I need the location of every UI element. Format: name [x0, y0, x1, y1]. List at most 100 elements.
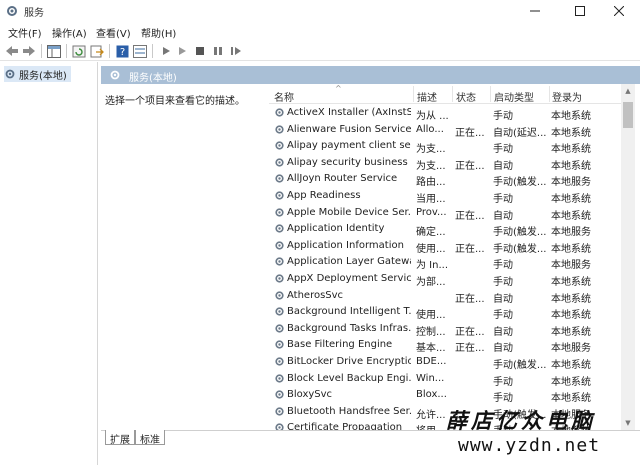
column-header-desc[interactable]: 描述	[417, 89, 437, 104]
toolbar-separator	[66, 44, 67, 58]
service-logon-as: 本地系统	[551, 127, 591, 139]
tree-item-services-local[interactable]: 服务(本地)	[4, 66, 71, 82]
export-list-button[interactable]	[89, 43, 105, 59]
forward-button[interactable]	[21, 43, 37, 59]
service-description: 为从 ...	[416, 111, 449, 122]
service-row[interactable]: BitLocker Drive Encryptio... BDE... 手动(触发.…	[269, 354, 625, 371]
vertical-scrollbar[interactable]: ▲ ▼	[621, 84, 635, 430]
back-button[interactable]	[4, 43, 20, 59]
service-startup-type: 自动	[493, 326, 513, 338]
help-button[interactable]: ?	[114, 43, 130, 59]
service-row[interactable]: Application Identity 确定... 手动(触发... 本地服务	[269, 221, 625, 238]
service-logon-as: 本地系统	[551, 243, 591, 255]
refresh-button[interactable]	[71, 43, 87, 59]
service-row[interactable]: Alienware Fusion Service Allo... 正在... 自动(延…	[269, 122, 625, 139]
service-row[interactable]: AtherosSvc 正在... 自动 本地系统	[269, 288, 625, 305]
restart-service-button[interactable]	[228, 43, 244, 59]
scrollbar-thumb[interactable]	[623, 102, 633, 128]
service-name: Base Filtering Engine	[287, 339, 393, 351]
service-row[interactable]: App Readiness 当用... 手动 本地系统	[269, 188, 625, 205]
service-startup-type: 手动	[493, 260, 513, 272]
service-row[interactable]: Block Level Backup Engi... Win... 手动 本地系统	[269, 371, 625, 388]
service-row[interactable]: Apple Mobile Device Ser... Prov... 正在... 自动…	[269, 205, 625, 222]
service-row[interactable]: AllJoyn Router Service 路由... 手动(触发... 本地服务	[269, 171, 625, 188]
service-name: Alipay payment client sec...	[287, 140, 411, 152]
service-logon-as: 本地系统	[551, 111, 591, 122]
service-status: 正在...	[455, 293, 485, 305]
minimize-button[interactable]	[514, 0, 556, 22]
service-description: Win...	[416, 372, 445, 384]
service-startup-type: 手动	[493, 144, 513, 156]
service-row[interactable]: Background Intelligent T... 使用... 手动 本地系统	[269, 304, 625, 321]
service-row[interactable]: Base Filtering Engine 基本... 正在... 自动 本地服务	[269, 337, 625, 354]
maximize-button[interactable]	[559, 0, 601, 22]
column-header-divider[interactable]	[490, 86, 491, 102]
service-row[interactable]: ActiveX Installer (AxInstSV) 为从 ... 手动 本地系统	[269, 105, 625, 122]
services-gear-icon	[7, 6, 17, 16]
column-divider[interactable]	[549, 86, 550, 102]
service-row[interactable]: BloxySvc Blox... 手动 本地系统	[269, 387, 625, 404]
service-logon-as: 本地系统	[551, 376, 591, 388]
service-row[interactable]: AppX Deployment Servic... 为部... 手动 本地系统	[269, 271, 625, 288]
service-startup-type: 手动	[493, 393, 513, 405]
service-logon-as: 本地系统	[551, 210, 591, 222]
service-description: Blox...	[416, 389, 447, 401]
service-row[interactable]: Background Tasks Infras... 控制... 正在... 自动 本地…	[269, 321, 625, 338]
service-name: Application Identity	[287, 223, 385, 235]
service-logon-as: 本地服务	[551, 260, 591, 272]
column-divider[interactable]	[413, 86, 414, 102]
properties-button[interactable]	[132, 43, 148, 59]
service-startup-type: 手动(触发...	[493, 360, 547, 371]
watermark-title: 薛店亿众电脑	[446, 408, 596, 433]
service-logon-as: 本地系统	[551, 144, 591, 156]
column-header-name[interactable]: 名称	[274, 89, 294, 104]
menu-bar: 文件(F) 操作(A) 查看(V) 帮助(H)	[0, 22, 640, 41]
tree-item-label: 服务(本地)	[19, 70, 67, 82]
menu-file[interactable]: 文件(F)	[8, 25, 42, 40]
service-description: 基本...	[416, 343, 446, 355]
minimize-icon	[530, 10, 540, 12]
menu-action[interactable]: 操作(A)	[52, 25, 87, 40]
stop-service-button[interactable]	[192, 43, 208, 59]
scroll-up-icon[interactable]: ▲	[621, 84, 635, 98]
service-name: Background Tasks Infras...	[287, 322, 411, 334]
column-header-startup[interactable]: 启动类型	[494, 89, 534, 104]
show-console-tree-button[interactable]	[46, 43, 62, 59]
service-gear-icon	[275, 390, 284, 399]
play-icon	[163, 47, 170, 55]
start-service-alt-button[interactable]	[174, 43, 190, 59]
menu-view[interactable]: 查看(V)	[96, 25, 131, 40]
service-gear-icon	[275, 207, 284, 217]
service-startup-type: 自动	[493, 343, 513, 355]
window-title: 服务	[24, 8, 44, 19]
service-startup-type: 自动	[493, 293, 513, 305]
close-button[interactable]	[598, 0, 640, 22]
pause-service-button[interactable]	[210, 43, 226, 59]
column-header-status[interactable]: 状态	[456, 89, 476, 104]
service-description: 为部...	[416, 277, 446, 288]
service-row[interactable]: Alipay payment client sec... 为支... 手动 本地系统	[269, 138, 625, 155]
service-row[interactable]: Application Information 使用... 正在... 手动(触发..…	[269, 238, 625, 255]
service-logon-as: 本地系统	[551, 310, 591, 322]
service-gear-icon	[275, 357, 284, 366]
column-header-logon[interactable]: 登录为	[552, 89, 582, 104]
service-name: Bluetooth Handsfree Ser...	[287, 405, 411, 417]
column-divider[interactable]	[452, 86, 453, 102]
service-gear-icon	[275, 257, 284, 267]
service-name: Background Intelligent T...	[287, 306, 411, 318]
service-description: 控制...	[416, 326, 446, 338]
tab-standard[interactable]: 标准	[135, 430, 165, 446]
service-row[interactable]: Application Layer Gatewa... 为 In... 手动 本地服务	[269, 254, 625, 271]
service-description: BDE...	[416, 356, 447, 367]
service-logon-as: 本地服务	[551, 177, 591, 189]
sort-ascending-icon: ^	[335, 84, 342, 93]
toolbar-separator	[41, 44, 42, 58]
menu-help[interactable]: 帮助(H)	[141, 25, 176, 40]
back-arrow-icon	[6, 46, 18, 56]
help-icon: ?	[116, 45, 128, 58]
service-row[interactable]: Alipay security business s... 为支... 正在... 自…	[269, 155, 625, 172]
service-status: 正在...	[455, 243, 485, 255]
maximize-icon	[575, 6, 585, 16]
start-service-button[interactable]	[158, 43, 174, 59]
tab-extended[interactable]: 扩展	[105, 430, 135, 446]
